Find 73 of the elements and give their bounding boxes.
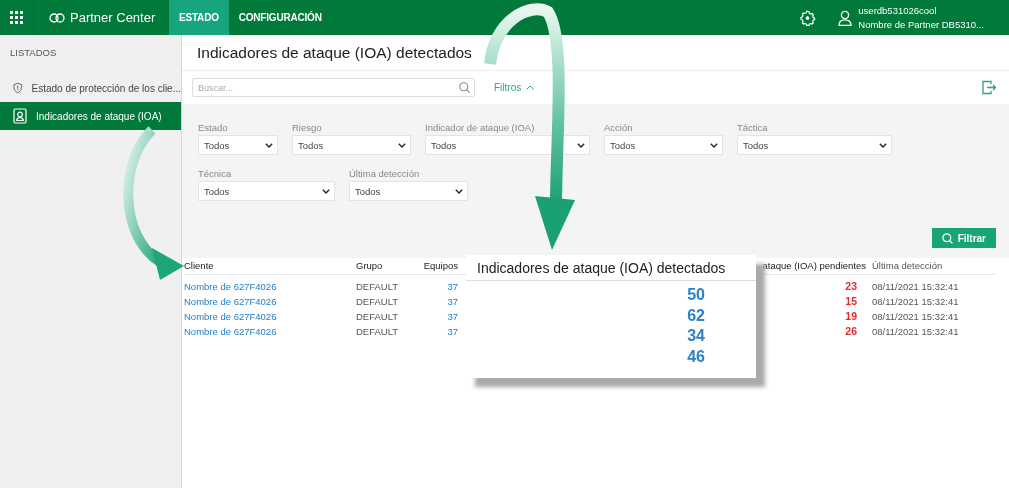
callout-value: 50 — [687, 285, 705, 305]
table-cell-text: 08/11/2021 15:32:41 — [871, 280, 960, 294]
column-header: Equipos — [418, 258, 458, 275]
filter-label: Estado — [198, 122, 229, 133]
client-link[interactable]: Nombre de 627F4026 — [184, 324, 356, 339]
table-cell-text: 15 — [844, 294, 858, 309]
sidebar-item[interactable]: Indicadores de ataque (IOA) — [0, 102, 181, 130]
column-header: Última detección — [866, 258, 996, 275]
dropdown[interactable]: Todos — [604, 135, 723, 155]
profile-card-icon — [13, 108, 27, 124]
app-name: Partner Center — [70, 10, 156, 25]
partner-name: Nombre de Partner DB5310... — [858, 17, 984, 32]
table-cell[interactable]: 37 — [418, 294, 458, 309]
client-link[interactable]: Nombre de 627F4026 — [184, 309, 356, 324]
table-cell-text: 08/11/2021 15:32:41 — [871, 295, 960, 309]
chevron-up-icon — [526, 85, 535, 90]
column-header: Cliente — [184, 258, 356, 275]
table-cell[interactable]: 37 — [418, 279, 458, 294]
settings-icon[interactable] — [800, 9, 817, 26]
dropdown[interactable]: Todos — [292, 135, 411, 155]
table-cell[interactable]: 37 — [418, 309, 458, 324]
chevron-down-icon — [455, 188, 463, 194]
filters-toggle[interactable]: Filtros — [494, 82, 535, 93]
search-icon — [941, 232, 953, 244]
chevron-down-icon — [322, 188, 330, 194]
dropdown[interactable]: Todos — [198, 181, 335, 201]
dropdown[interactable]: Todos — [425, 135, 590, 155]
app-grid-icon[interactable] — [10, 11, 23, 24]
search-icon — [459, 82, 470, 93]
chevron-down-icon — [398, 142, 406, 148]
table-cell-text: DEFAULT — [356, 280, 400, 294]
section-heading: LISTADOS — [9, 46, 58, 60]
page-title: Indicadores de ataque (IOA) detectados — [182, 35, 1009, 71]
export-icon[interactable] — [982, 80, 996, 95]
callout-title: Indicadores de ataque (IOA) detectados — [466, 255, 756, 281]
chevron-down-icon — [577, 142, 585, 148]
filter-label: Táctica — [737, 122, 769, 133]
nav-tab[interactable]: CONFIGURACIÓN — [228, 0, 332, 35]
table-cell-text: DEFAULT — [356, 295, 400, 309]
shield-alert-icon — [13, 80, 23, 96]
column-header: ataque (IOA) pendientes — [761, 258, 866, 275]
filter-label: Riesgo — [292, 122, 323, 133]
chevron-down-icon — [265, 142, 273, 148]
search-field[interactable]: Buscar... — [192, 78, 475, 97]
filter-button[interactable]: Filtrar — [931, 228, 996, 248]
chevron-down-icon — [879, 142, 887, 148]
filter-label: Técnica — [198, 168, 233, 179]
table-cell-text: 23 — [844, 279, 858, 294]
rings-logo-icon — [49, 12, 65, 23]
column-header: Grupo — [356, 258, 418, 275]
user-icon[interactable] — [838, 9, 853, 26]
table-cell-text: DEFAULT — [356, 310, 400, 324]
chevron-down-icon — [710, 142, 718, 148]
user-name: userdb531026cool — [858, 3, 938, 18]
client-link[interactable]: Nombre de 627F4026 — [184, 294, 356, 309]
dropdown[interactable]: Todos — [198, 135, 278, 155]
filter-label: Indicador de ataque (IOA) — [425, 122, 536, 133]
table-cell-text: 26 — [844, 324, 858, 339]
callout-value: 46 — [687, 346, 705, 367]
callout-value: 62 — [687, 305, 705, 326]
table-cell-text: DEFAULT — [356, 325, 400, 339]
table-cell-text: 19 — [844, 309, 858, 324]
table-cell[interactable]: 37 — [418, 324, 458, 339]
callout-value: 34 — [687, 326, 705, 346]
filter-label: Última detección — [349, 168, 421, 179]
table-cell-text: 08/11/2021 15:32:41 — [871, 325, 960, 339]
dropdown[interactable]: Todos — [349, 181, 468, 201]
dropdown[interactable]: Todos — [737, 135, 892, 155]
client-link[interactable]: Nombre de 627F4026 — [184, 279, 356, 294]
sidebar-item[interactable]: Estado de protección de los clie... — [0, 74, 181, 102]
filter-label: Acción — [604, 122, 634, 133]
table-cell-text: 08/11/2021 15:32:41 — [871, 310, 960, 324]
nav-tab[interactable]: ESTADO — [169, 0, 229, 35]
